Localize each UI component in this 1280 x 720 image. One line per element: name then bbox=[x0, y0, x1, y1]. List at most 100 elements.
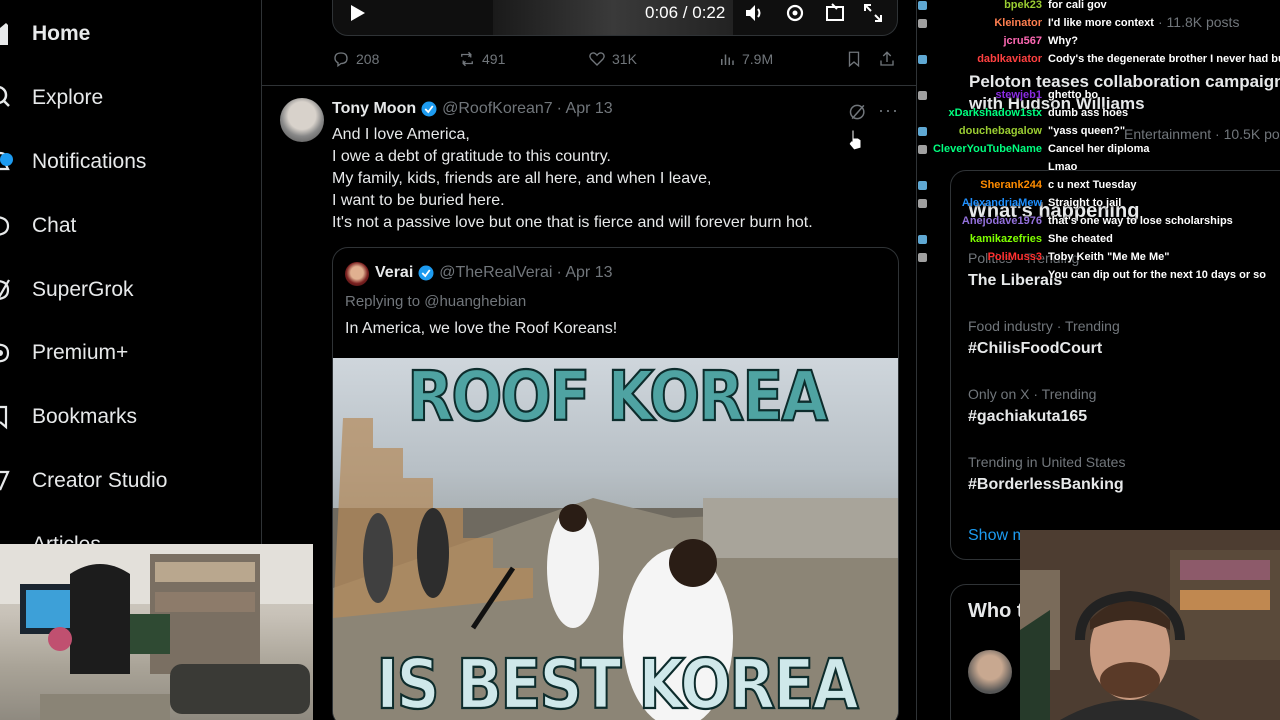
tweet-date[interactable]: · Apr 13 bbox=[557, 100, 613, 118]
notification-dot bbox=[0, 153, 13, 166]
creator-studio-icon bbox=[0, 466, 30, 496]
share-icon bbox=[880, 51, 894, 66]
nav-label-chat: Chat bbox=[32, 214, 77, 237]
chat-badge-icon bbox=[918, 18, 927, 28]
chat-username: xDarkshadow1stx bbox=[948, 107, 1042, 119]
nav-item-chat[interactable]: Chat bbox=[0, 201, 76, 251]
views-button[interactable]: 7.9M bbox=[718, 50, 773, 68]
nav-item-notifications[interactable]: Notifications bbox=[0, 137, 146, 187]
nav-label-supergrok: SuperGrok bbox=[32, 278, 134, 301]
share-button[interactable] bbox=[878, 50, 896, 68]
nav-item-supergrok[interactable]: SuperGrok bbox=[0, 265, 134, 315]
webcam-room-feed bbox=[0, 544, 313, 720]
reply-button[interactable]: 208 bbox=[332, 50, 379, 68]
nav-item-creator-studio[interactable]: Creator Studio bbox=[0, 456, 167, 506]
nav-label-explore: Explore bbox=[32, 86, 104, 109]
nav-item-home[interactable]: Home bbox=[0, 9, 90, 59]
chat-message: Sherank244 c u next Tuesday bbox=[918, 176, 1136, 194]
trend-item[interactable]: #ChilisFoodCourt bbox=[968, 340, 1102, 358]
bookmark-icon bbox=[848, 51, 860, 68]
bookmark-icon bbox=[0, 402, 30, 432]
replying-to: Replying to @huanghebian bbox=[345, 293, 527, 310]
quoted-tweet[interactable]: Verai @TheRealVerai · Apr 13 Replying to… bbox=[332, 247, 899, 720]
chat-badge-icon bbox=[918, 54, 927, 64]
trend-item[interactable]: #BorderlessBanking bbox=[968, 476, 1124, 494]
like-button[interactable]: 31K bbox=[588, 50, 637, 68]
quote-date: · Apr 13 bbox=[556, 264, 613, 281]
reply-icon bbox=[334, 52, 348, 68]
quote-header: Verai @TheRealVerai · Apr 13 bbox=[375, 264, 612, 282]
video-player[interactable]: 0:06 / 0:22 bbox=[332, 0, 898, 36]
author-name[interactable]: Tony Moon bbox=[332, 100, 416, 118]
bell-icon bbox=[0, 147, 30, 177]
chat-badge-icon bbox=[918, 163, 927, 172]
nav-item-premium[interactable]: Premium+ bbox=[0, 328, 128, 378]
tweet-actions: 208 491 31K 7.9M bbox=[332, 50, 902, 72]
reply-count: 208 bbox=[356, 51, 380, 67]
chat-text: that's one way to lose scholarships bbox=[1048, 215, 1233, 227]
grok-icon bbox=[0, 275, 30, 305]
video-time: 0:06 / 0:22 bbox=[645, 3, 726, 22]
chat-message: You can dip out for the next 10 days or … bbox=[918, 266, 1266, 284]
chat-badge-icon bbox=[918, 271, 927, 280]
chat-username: Sherank244 bbox=[980, 179, 1042, 191]
chat-username: dablkaviator bbox=[977, 53, 1042, 65]
chat-text: dumb ass hoes bbox=[1048, 107, 1129, 119]
picture-in-picture-icon[interactable] bbox=[823, 1, 847, 25]
volume-icon[interactable] bbox=[743, 1, 767, 25]
quote-author-handle: @TheRealVerai bbox=[439, 264, 553, 281]
streamer-scene bbox=[1020, 530, 1280, 720]
search-icon bbox=[0, 83, 30, 113]
quote-text: In America, we love the Roof Koreans! bbox=[345, 320, 618, 337]
chat-text: I'd like more context bbox=[1048, 17, 1154, 29]
grok-explain-icon[interactable] bbox=[848, 102, 868, 122]
repost-count: 491 bbox=[482, 51, 506, 67]
settings-gear-icon[interactable] bbox=[783, 1, 807, 25]
nav-label-bookmarks: Bookmarks bbox=[32, 405, 138, 428]
like-count: 31K bbox=[612, 51, 637, 67]
chat-message: kamikazefries She cheated bbox=[918, 230, 1113, 248]
chat-badge-icon bbox=[918, 144, 927, 154]
meme-image[interactable]: ROOF KOREA IS BEST KOREA bbox=[333, 358, 898, 720]
chat-badge-icon bbox=[918, 0, 927, 10]
nav-item-explore[interactable]: Explore bbox=[0, 73, 103, 123]
chat-icon bbox=[0, 211, 30, 241]
tweet-text: And I love America, I owe a debt of grat… bbox=[332, 124, 813, 234]
nav-label-creator-studio: Creator Studio bbox=[32, 469, 168, 492]
fullscreen-icon[interactable] bbox=[861, 1, 885, 25]
play-icon[interactable] bbox=[345, 1, 369, 25]
home-icon bbox=[0, 19, 30, 49]
chat-text: ghetto bo bbox=[1048, 89, 1099, 101]
chat-username: kamikazefries bbox=[969, 233, 1042, 245]
avatar[interactable] bbox=[280, 98, 324, 142]
view-count: 7.9M bbox=[742, 51, 774, 67]
chat-username: Anejodave1976 bbox=[961, 215, 1042, 227]
chat-message: douchebagalow "yass queen?" bbox=[918, 122, 1125, 140]
chat-username: jcru567 bbox=[1003, 35, 1042, 47]
chat-badge-icon bbox=[918, 217, 927, 226]
verified-badge-icon bbox=[421, 101, 437, 117]
nav-label-notifications: Notifications bbox=[32, 150, 147, 173]
timeline: 0:06 / 0:22 208 491 31K 7.9M Tony Moon @… bbox=[262, 0, 917, 720]
nav-item-bookmarks[interactable]: Bookmarks bbox=[0, 392, 137, 442]
author-handle[interactable]: @RoofKorean7 bbox=[442, 100, 553, 118]
bookmark-button[interactable] bbox=[845, 50, 863, 68]
chat-message: dablkaviator Cody's the degenerate brothe… bbox=[918, 50, 1280, 68]
chat-username: bpek23 bbox=[1004, 0, 1042, 11]
chat-text: for cali gov bbox=[1048, 0, 1107, 11]
stream-chat-overlay: bpek23 for cali gov Kleinator I'd like more… bbox=[918, 0, 1280, 290]
avatar[interactable] bbox=[968, 650, 1012, 694]
more-options-icon[interactable]: ··· bbox=[878, 100, 899, 121]
quote-author-name: Verai bbox=[375, 264, 414, 281]
repost-button[interactable]: 491 bbox=[458, 50, 505, 68]
chat-text: Toby Keith "Me Me Me" bbox=[1048, 251, 1170, 263]
quote-avatar bbox=[345, 262, 369, 286]
nav-label-home: Home bbox=[32, 22, 91, 45]
chat-text: Lmao bbox=[1048, 161, 1078, 173]
chat-message: jcru567 Why? bbox=[918, 32, 1077, 50]
meme-caption-top: ROOF KOREA bbox=[406, 358, 829, 438]
views-chart-icon bbox=[721, 54, 734, 65]
trend-item[interactable]: #gachiakuta165 bbox=[968, 408, 1087, 426]
chat-badge-icon bbox=[918, 180, 927, 190]
verified-badge-icon bbox=[418, 265, 434, 281]
